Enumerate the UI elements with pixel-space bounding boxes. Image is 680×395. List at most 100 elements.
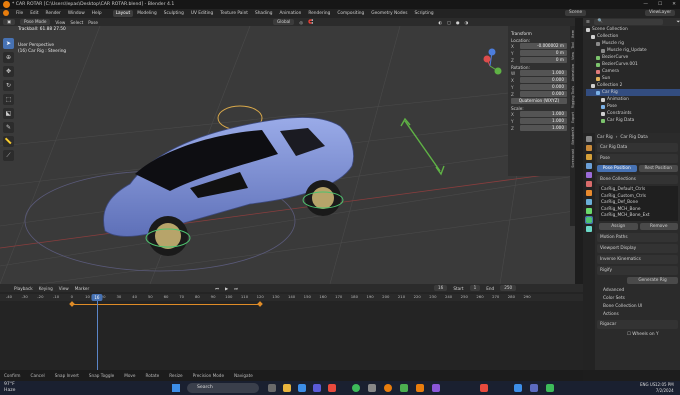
- location-z-field[interactable]: 0 m: [520, 57, 567, 63]
- current-frame-field[interactable]: 16: [433, 285, 448, 291]
- outliner-item[interactable]: Scene Collection: [586, 26, 680, 33]
- ntab-item[interactable]: Item: [571, 30, 575, 38]
- inverse-kinematics-header[interactable]: Inverse Kinematics: [597, 254, 678, 264]
- ntab-rigging-tools[interactable]: Rigging Tools: [571, 86, 575, 108]
- ntab-export[interactable]: Export: [571, 112, 575, 123]
- select-tool-icon[interactable]: ➤: [3, 38, 14, 49]
- blender-taskbar-icon[interactable]: [384, 384, 392, 392]
- taskbar-search[interactable]: Search: [187, 383, 259, 393]
- tab-rendering[interactable]: Rendering: [305, 10, 333, 17]
- jump-end-icon[interactable]: ⏭: [234, 286, 238, 291]
- actions-subsection[interactable]: Actions: [603, 311, 680, 319]
- ntab-tool[interactable]: Tool: [571, 42, 575, 49]
- chrome-icon[interactable]: [352, 384, 360, 392]
- navigation-gizmo[interactable]: [483, 48, 502, 75]
- app-icon[interactable]: [368, 384, 376, 392]
- tab-layout[interactable]: Layout: [112, 10, 134, 17]
- editor-type-icon[interactable]: ▣: [3, 19, 15, 25]
- app-icon-4[interactable]: [432, 384, 440, 392]
- outliner-item[interactable]: BezierCurve: [586, 54, 680, 61]
- outliner[interactable]: ☰ 🔍 ⏷ Scene Collection Collection Muscle r…: [583, 18, 680, 133]
- location-y-field[interactable]: 0 m: [520, 50, 567, 56]
- edge-icon[interactable]: [298, 384, 306, 392]
- taskview-icon[interactable]: [268, 384, 276, 392]
- rotation-x-field[interactable]: 0.000: [520, 77, 567, 83]
- tab-shading[interactable]: Shading: [252, 10, 275, 17]
- outliner-item[interactable]: Collection: [586, 33, 680, 40]
- location-x-field[interactable]: -0.000002 m: [520, 43, 567, 49]
- outliner-search-icon[interactable]: 🔍: [593, 19, 663, 25]
- menu-select[interactable]: Select: [70, 20, 83, 25]
- cursor-tool-icon[interactable]: ⊕: [3, 52, 14, 63]
- outliner-item[interactable]: Muscle rig_Update: [586, 47, 680, 54]
- viewport-display-header[interactable]: Viewport Display: [597, 243, 678, 253]
- ntab-view[interactable]: View: [571, 52, 575, 60]
- scale-tool-icon[interactable]: ⬚: [3, 94, 14, 105]
- taskbar-clock[interactable]: 12:05 PM 7/2/2024: [655, 382, 674, 394]
- physics-props-icon[interactable]: [586, 208, 592, 214]
- move-tool-icon[interactable]: ✥: [3, 66, 14, 77]
- rotate-tool-icon[interactable]: ↻: [3, 80, 14, 91]
- outliner-item[interactable]: BezierCurve.001: [586, 61, 680, 68]
- object-props-icon[interactable]: [586, 190, 592, 196]
- bone-collections-header[interactable]: Bone Collections: [597, 175, 678, 184]
- rigacar-header[interactable]: Rigacar: [597, 319, 678, 329]
- advanced-subsection[interactable]: Advanced: [603, 287, 680, 295]
- output-props-icon[interactable]: [586, 154, 592, 160]
- outliner-item[interactable]: Camera: [586, 68, 680, 75]
- tab-uv-editing[interactable]: UV Editing: [188, 10, 216, 17]
- tab-animation[interactable]: Animation: [276, 10, 304, 17]
- world-props-icon[interactable]: [586, 181, 592, 187]
- blender-menu-icon[interactable]: [3, 9, 9, 18]
- jump-start-icon[interactable]: ⏮: [215, 286, 219, 291]
- keyframe-diamond[interactable]: [68, 301, 75, 307]
- timeline-marker-menu[interactable]: Marker: [75, 286, 89, 291]
- rotation-mode-dropdown[interactable]: Quaternion (WXYZ): [511, 98, 567, 104]
- tab-geometry-nodes[interactable]: Geometry Nodes: [368, 10, 410, 17]
- shading-solid-icon[interactable]: ●: [456, 20, 460, 25]
- play-icon[interactable]: ▶: [225, 286, 228, 291]
- outliner-item[interactable]: Car Rig: [586, 89, 680, 96]
- rotation-w-field[interactable]: 1.000: [520, 70, 567, 76]
- view-layer-selector[interactable]: ViewLayer: [645, 10, 676, 16]
- outliner-editor-icon[interactable]: ☰: [586, 20, 590, 25]
- scale-z-field[interactable]: 1.000: [520, 125, 567, 131]
- view-layer-props-icon[interactable]: [586, 163, 592, 169]
- tab-sculpting[interactable]: Sculpting: [161, 10, 187, 17]
- xray-icon[interactable]: ▢: [447, 20, 451, 25]
- outliner-item[interactable]: Car Rig Data: [586, 117, 680, 124]
- arrow-control[interactable]: [404, 120, 441, 172]
- windows-start-icon[interactable]: [172, 384, 180, 392]
- outliner-item[interactable]: Collection 2: [586, 82, 680, 89]
- scale-y-field[interactable]: 1.000: [520, 118, 567, 124]
- orientation-dropdown[interactable]: Global: [272, 19, 295, 25]
- filter-icon[interactable]: ⏷: [677, 20, 680, 25]
- car-body[interactable]: [103, 117, 354, 257]
- render-props-icon[interactable]: [586, 145, 592, 151]
- playhead-frame-label[interactable]: 16: [91, 294, 103, 301]
- app-icon-5[interactable]: [480, 384, 488, 392]
- generate-rig-button[interactable]: Generate Rig: [627, 276, 678, 284]
- menu-file[interactable]: File: [16, 11, 23, 16]
- tab-scripting[interactable]: Scripting: [412, 10, 437, 17]
- snap-icon[interactable]: 🧲: [308, 19, 313, 25]
- minimize-icon[interactable]: —: [643, 0, 648, 9]
- file-explorer-icon[interactable]: [283, 384, 291, 392]
- outliner-item[interactable]: Muscle rig: [586, 40, 680, 47]
- bone-props-icon[interactable]: [586, 226, 592, 232]
- bone-collection-ui-subsection[interactable]: Bone Collection UI: [603, 303, 680, 311]
- timeline-view-menu[interactable]: View: [59, 286, 69, 291]
- end-frame-field[interactable]: 250: [500, 285, 517, 291]
- mode-dropdown[interactable]: Pose Mode: [19, 19, 51, 25]
- 3d-viewport[interactable]: ▣ Pose Mode View Select Pose Global ◎ 🧲 …: [0, 18, 575, 284]
- app-icon-2[interactable]: [400, 384, 408, 392]
- remove-button[interactable]: Remove: [639, 222, 678, 230]
- bone-tool-icon[interactable]: ⟋: [3, 150, 14, 161]
- color-sets-subsection[interactable]: Color Sets: [603, 295, 680, 303]
- menu-render[interactable]: Render: [46, 11, 61, 16]
- app-icon-7[interactable]: [530, 384, 538, 392]
- app-icon-3[interactable]: [416, 384, 424, 392]
- tab-modeling[interactable]: Modeling: [134, 10, 160, 17]
- menu-view[interactable]: View: [55, 20, 65, 25]
- list-item[interactable]: CarRig_MCH_Bone_Ext: [601, 213, 676, 220]
